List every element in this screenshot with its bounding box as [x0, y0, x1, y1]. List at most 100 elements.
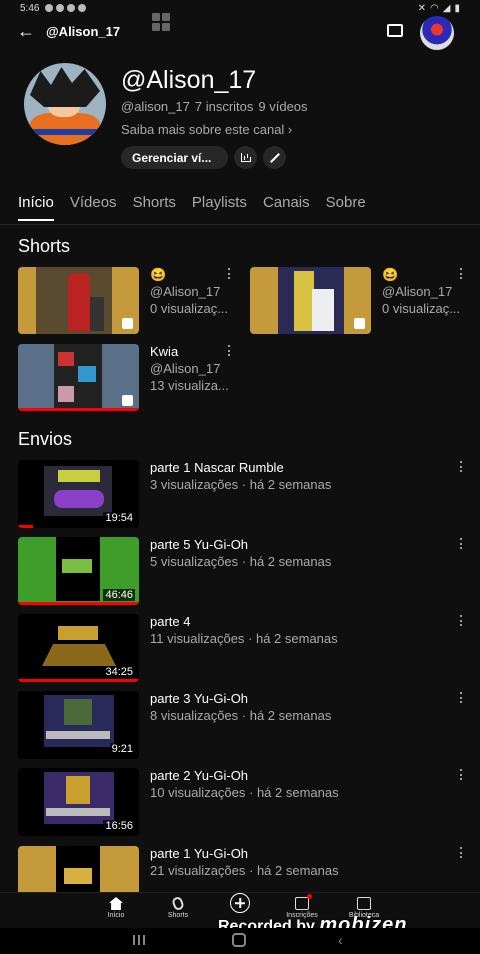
notification-icon	[45, 4, 54, 12]
home-icon	[109, 897, 123, 910]
video-duration: 9:21	[109, 743, 135, 755]
subscriber-count: 7 inscritos	[194, 99, 254, 114]
more-options-icon[interactable]	[460, 692, 463, 703]
analytics-icon	[240, 153, 251, 162]
video-title: parte 2 Yu-Gi-Oh	[150, 768, 249, 783]
edit-channel-button[interactable]	[263, 146, 286, 169]
channel-avatar	[24, 63, 106, 145]
more-options-icon[interactable]	[228, 268, 231, 279]
pencil-icon	[269, 152, 280, 163]
video-title: parte 5 Yu-Gi-Oh	[150, 537, 249, 552]
video-title: parte 3 Yu-Gi-Oh	[150, 691, 249, 706]
video-thumbnail[interactable]: 16:56	[18, 768, 139, 836]
short-views: 0 visualizaç...	[382, 301, 461, 316]
short-channel: @Alison_17	[150, 284, 221, 299]
library-icon	[357, 897, 371, 910]
short-views: 13 visualiza...	[150, 378, 229, 393]
tab-sobre[interactable]: Sobre	[326, 194, 366, 221]
video-meta: 8 visualizações · há 2 semanas	[150, 708, 332, 723]
video-count: 9 vídeos	[258, 99, 308, 114]
top-bar: ← @Alison_17	[0, 16, 480, 50]
system-nav-bar: ‹	[0, 928, 480, 954]
home-button-icon[interactable]	[232, 933, 246, 947]
video-item[interactable]: 34:25 parte 4 11 visualizações · há 2 se…	[18, 614, 468, 682]
tab-shorts[interactable]: Shorts	[133, 194, 176, 221]
short-thumbnail[interactable]	[250, 267, 371, 334]
uploads-section-title: Envios	[18, 429, 73, 449]
more-options-icon[interactable]	[228, 345, 231, 356]
back-icon[interactable]: ‹	[338, 932, 343, 948]
more-options-icon[interactable]	[460, 847, 463, 858]
more-options-icon[interactable]	[460, 268, 463, 279]
notification-icon	[56, 4, 65, 12]
nav-create[interactable]	[210, 893, 270, 915]
video-item[interactable]: 19:54 parte 1 Nascar Rumble 3 visualizaç…	[18, 460, 468, 528]
shorts-section-title: Shorts	[18, 236, 71, 256]
video-item[interactable]: 16:56 parte 2 Yu-Gi-Oh 10 visualizações …	[18, 768, 468, 836]
channel-tabs: Início Vídeos Shorts Playlists Canais So…	[18, 194, 382, 221]
channel-handle: @alison_17	[121, 99, 190, 114]
cast-icon[interactable]	[387, 24, 403, 37]
video-thumbnail[interactable]: 46:46	[18, 537, 139, 605]
back-arrow-icon[interactable]: ←	[17, 22, 35, 40]
short-title: 😆	[382, 267, 399, 282]
tab-canais[interactable]: Canais	[263, 194, 310, 221]
video-meta: 21 visualizações · há 2 semanas	[150, 863, 339, 878]
short-title: Kwia	[150, 344, 179, 359]
video-duration: 46:46	[103, 589, 135, 601]
nav-shorts[interactable]: Shorts	[148, 895, 208, 919]
manage-videos-button[interactable]: Gerenciar ví...	[121, 146, 228, 169]
short-thumbnail[interactable]	[18, 344, 139, 411]
watch-progress-bar	[18, 602, 139, 605]
short-channel: @Alison_17	[382, 284, 453, 299]
notification-icon	[78, 4, 87, 12]
short-select-box	[122, 318, 133, 329]
video-title: parte 1 Nascar Rumble	[150, 460, 284, 475]
notification-icon	[67, 4, 76, 12]
recents-icon[interactable]	[133, 935, 145, 945]
short-channel: @Alison_17	[150, 361, 221, 376]
more-options-icon[interactable]	[460, 615, 463, 626]
short-select-box	[122, 395, 133, 406]
subscriptions-icon	[295, 894, 312, 910]
channel-about-link[interactable]: Saiba mais sobre este canal ›	[121, 122, 292, 137]
video-item[interactable]: 9:21 parte 3 Yu-Gi-Oh 8 visualizações · …	[18, 691, 468, 759]
tabs-divider	[0, 224, 480, 225]
video-title: parte 4	[150, 614, 191, 629]
watch-progress-bar	[18, 525, 33, 528]
nav-shorts-label: Shorts	[167, 912, 189, 919]
shorts-icon	[171, 895, 185, 912]
video-thumbnail[interactable]: 19:54	[18, 460, 139, 528]
video-meta: 5 visualizações · há 2 semanas	[150, 554, 332, 569]
battery-icon: ▮	[454, 2, 460, 14]
video-meta: 3 visualizações · há 2 semanas	[150, 477, 332, 492]
video-item[interactable]: 46:46 parte 5 Yu-Gi-Oh 5 visualizações ·…	[18, 537, 468, 605]
signal-icon: ◢	[442, 2, 451, 14]
video-meta: 11 visualizações · há 2 semanas	[150, 631, 338, 646]
analytics-button[interactable]	[234, 146, 257, 169]
video-duration: 16:56	[103, 820, 135, 832]
account-avatar[interactable]	[420, 16, 454, 50]
mute-icon: ✕	[417, 2, 427, 14]
watch-progress-bar	[18, 679, 139, 682]
nav-home[interactable]: Início	[86, 897, 146, 919]
more-options-icon[interactable]	[460, 461, 463, 472]
video-duration: 34:25	[103, 666, 135, 678]
video-meta: 10 visualizações · há 2 semanas	[150, 785, 339, 800]
tab-playlists[interactable]: Playlists	[192, 194, 247, 221]
video-thumbnail[interactable]: 34:25	[18, 614, 139, 682]
more-options-icon[interactable]	[460, 769, 463, 780]
tab-inicio[interactable]: Início	[18, 194, 54, 221]
video-title: parte 1 Yu-Gi-Oh	[150, 846, 249, 861]
short-title: 😆	[150, 267, 167, 282]
nav-home-label: Início	[107, 912, 125, 919]
short-select-box	[354, 318, 365, 329]
video-duration: 19:54	[103, 512, 135, 524]
short-views: 0 visualizaç...	[150, 301, 229, 316]
channel-name: @Alison_17	[121, 66, 257, 94]
more-options-icon[interactable]	[460, 538, 463, 549]
video-thumbnail[interactable]: 9:21	[18, 691, 139, 759]
top-bar-handle: @Alison_17	[46, 24, 121, 39]
tab-videos[interactable]: Vídeos	[70, 194, 117, 221]
short-thumbnail[interactable]	[18, 267, 139, 334]
